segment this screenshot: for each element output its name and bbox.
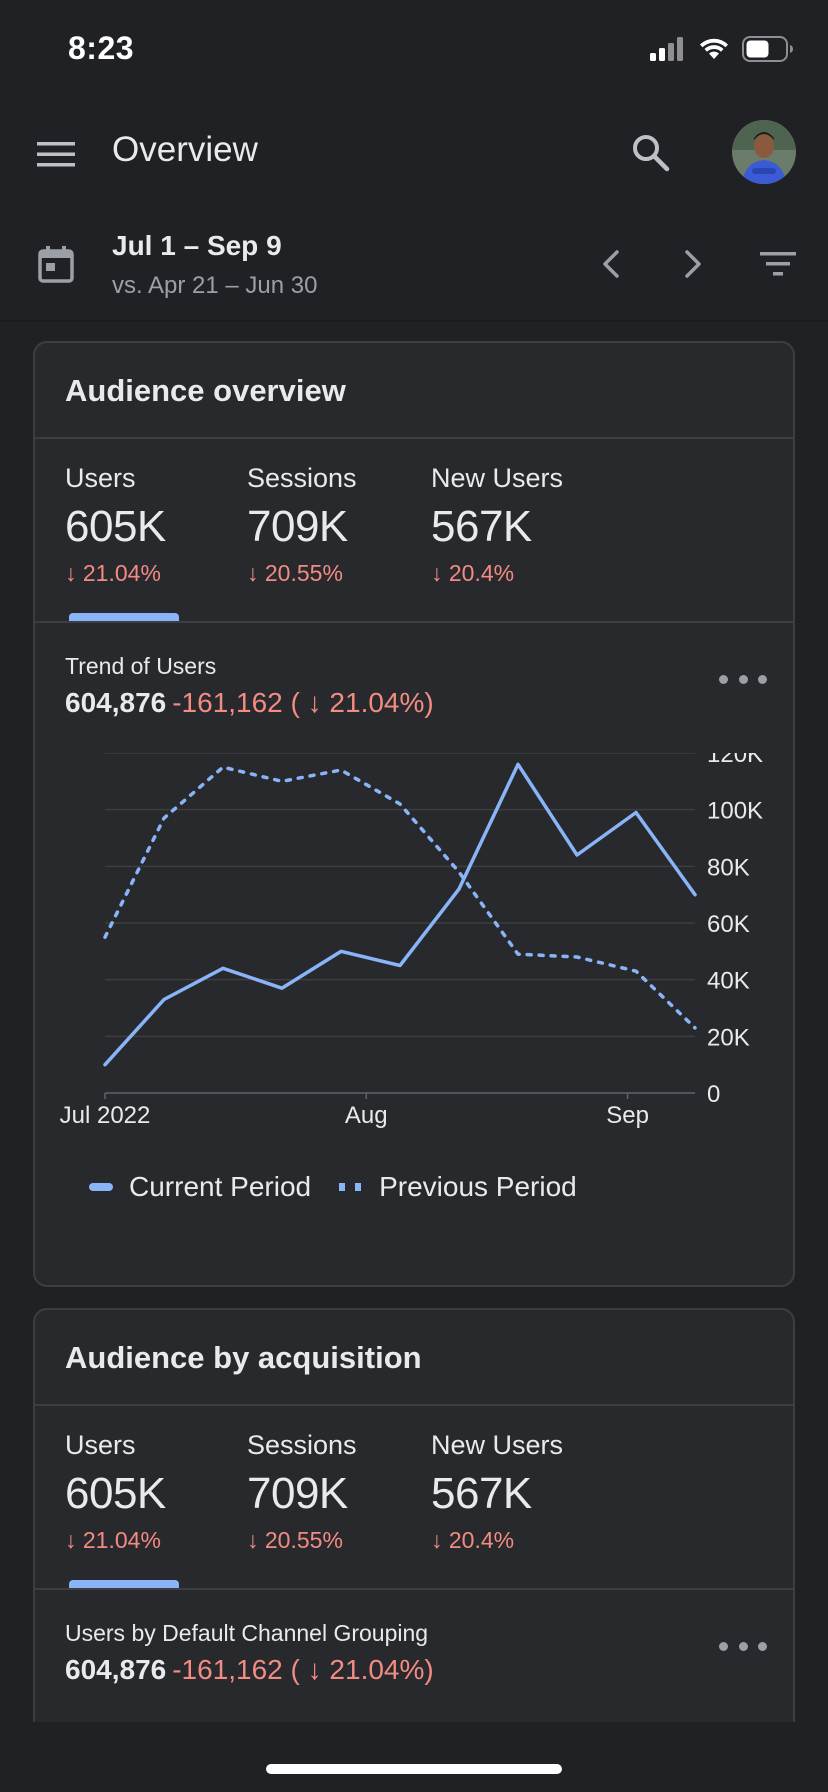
trend-delta: -161,162 ( ↓ 21.04%) bbox=[172, 687, 434, 718]
metric-change: ↓ 20.4% bbox=[431, 560, 515, 586]
users-trend-chart: 0 20K 40K 60K 80K 100K 120K Jul 2022 Aug Sep bbox=[60, 753, 763, 1129]
x-tick-label: Jul 2022 bbox=[60, 1102, 151, 1129]
metric-label: Sessions bbox=[247, 463, 357, 493]
metric-value: 709K bbox=[247, 1469, 348, 1518]
menu-icon bbox=[37, 142, 75, 167]
search-icon bbox=[633, 135, 670, 172]
metric-change: ↓ 21.04% bbox=[65, 560, 161, 586]
metric-change: ↓ 20.55% bbox=[247, 560, 343, 586]
status-time: 8:23 bbox=[68, 30, 135, 66]
metric-label: Users bbox=[65, 1430, 136, 1460]
metric-label: New Users bbox=[431, 463, 564, 493]
trend-label: Trend of Users bbox=[65, 653, 217, 679]
chart-legend: Current Period Previous Period bbox=[89, 1171, 605, 1203]
selected-metric-indicator bbox=[69, 1580, 179, 1588]
metric-value: 605K bbox=[65, 1469, 166, 1518]
previous-period-line bbox=[103, 765, 697, 1030]
trend-label: Users by Default Channel Grouping bbox=[65, 1620, 429, 1646]
trend-total: 604,876 -161,162 ( ↓ 21.04%) bbox=[65, 1654, 434, 1686]
metric-change: ↓ 20.4% bbox=[431, 1527, 515, 1553]
y-tick-label: 20K bbox=[707, 1024, 750, 1051]
app-bar: Overview bbox=[0, 100, 828, 204]
status-icons bbox=[650, 34, 794, 64]
y-tick-label: 80K bbox=[707, 854, 750, 881]
trend-total-value: 604,876 bbox=[65, 1654, 167, 1685]
x-tick-label: Sep bbox=[606, 1102, 649, 1129]
legend-current[interactable]: Current Period bbox=[89, 1171, 311, 1203]
metric-value: 709K bbox=[247, 502, 348, 551]
metric-label: Users bbox=[65, 463, 136, 493]
metric-users[interactable]: Users 605K ↓ 21.04% bbox=[65, 1430, 166, 1554]
chevron-right-icon[interactable] bbox=[672, 244, 712, 284]
trend-delta: -161,162 ( ↓ 21.04%) bbox=[172, 1654, 434, 1685]
y-tick-label: 0 bbox=[707, 1081, 720, 1108]
metric-value: 605K bbox=[65, 502, 166, 551]
divider bbox=[35, 621, 793, 623]
metric-label: New Users bbox=[431, 1430, 564, 1460]
home-indicator[interactable] bbox=[266, 1764, 562, 1774]
metric-users[interactable]: Users 605K ↓ 21.04% bbox=[65, 463, 166, 587]
x-tick-label: Aug bbox=[345, 1102, 388, 1129]
legend-previous[interactable]: Previous Period bbox=[339, 1171, 577, 1203]
trend-total-value: 604,876 bbox=[65, 687, 167, 718]
user-avatar-icon bbox=[732, 120, 796, 184]
divider bbox=[35, 437, 793, 439]
date-range-current[interactable]: Jul 1 – Sep 9 bbox=[112, 230, 282, 262]
status-bar: 8:23 bbox=[0, 0, 828, 100]
date-range-compare[interactable]: vs. Apr 21 – Jun 30 bbox=[112, 272, 317, 300]
metric-value: 567K bbox=[431, 1469, 532, 1518]
card-title: Audience overview bbox=[65, 373, 346, 408]
more-horizontal-icon[interactable] bbox=[719, 1634, 767, 1658]
y-tick-label: 40K bbox=[707, 968, 750, 995]
divider bbox=[35, 1404, 793, 1406]
y-tick-label: 100K bbox=[707, 798, 763, 825]
metric-sessions[interactable]: Sessions 709K ↓ 20.55% bbox=[247, 1430, 357, 1554]
divider bbox=[35, 1588, 793, 1590]
cellular-signal-icon bbox=[650, 37, 683, 61]
page-title: Overview bbox=[112, 130, 258, 169]
metric-sessions[interactable]: Sessions 709K ↓ 20.55% bbox=[247, 463, 357, 587]
date-range-bar: Jul 1 – Sep 9 vs. Apr 21 – Jun 30 bbox=[0, 204, 828, 322]
metric-change: ↓ 20.55% bbox=[247, 1527, 343, 1553]
y-tick-label: 120K bbox=[707, 753, 763, 768]
metric-new-users[interactable]: New Users 567K ↓ 20.4% bbox=[431, 463, 563, 587]
battery-icon bbox=[742, 36, 793, 62]
audience-acquisition-card: Audience by acquisition Users 605K ↓ 21.… bbox=[33, 1308, 795, 1768]
avatar[interactable] bbox=[732, 120, 796, 184]
scroll-content[interactable]: Audience overview Users 605K ↓ 21.04% Se… bbox=[0, 322, 828, 1768]
filter-icon[interactable] bbox=[756, 244, 804, 284]
metric-label: Sessions bbox=[247, 1430, 357, 1460]
more-horizontal-icon[interactable] bbox=[719, 667, 767, 691]
chevron-left-icon[interactable] bbox=[592, 244, 632, 284]
calendar-icon[interactable] bbox=[36, 244, 76, 284]
trend-total: 604,876 -161,162 ( ↓ 21.04%) bbox=[65, 687, 434, 719]
wifi-icon bbox=[700, 38, 728, 59]
legend-solid-swatch bbox=[89, 1183, 113, 1191]
metric-value: 567K bbox=[431, 502, 532, 551]
bottom-safe-area bbox=[0, 1722, 828, 1792]
card-title: Audience by acquisition bbox=[65, 1340, 422, 1375]
y-tick-label: 60K bbox=[707, 911, 750, 938]
selected-metric-indicator bbox=[69, 613, 179, 621]
audience-overview-card: Audience overview Users 605K ↓ 21.04% Se… bbox=[33, 341, 795, 1287]
legend-dotted-swatch bbox=[339, 1183, 364, 1191]
metric-change: ↓ 21.04% bbox=[65, 1527, 161, 1553]
legend-label: Current Period bbox=[129, 1171, 312, 1202]
metric-new-users[interactable]: New Users 567K ↓ 20.4% bbox=[431, 1430, 563, 1554]
legend-label: Previous Period bbox=[379, 1171, 577, 1202]
search-button[interactable] bbox=[624, 126, 678, 180]
menu-button[interactable] bbox=[30, 128, 82, 180]
